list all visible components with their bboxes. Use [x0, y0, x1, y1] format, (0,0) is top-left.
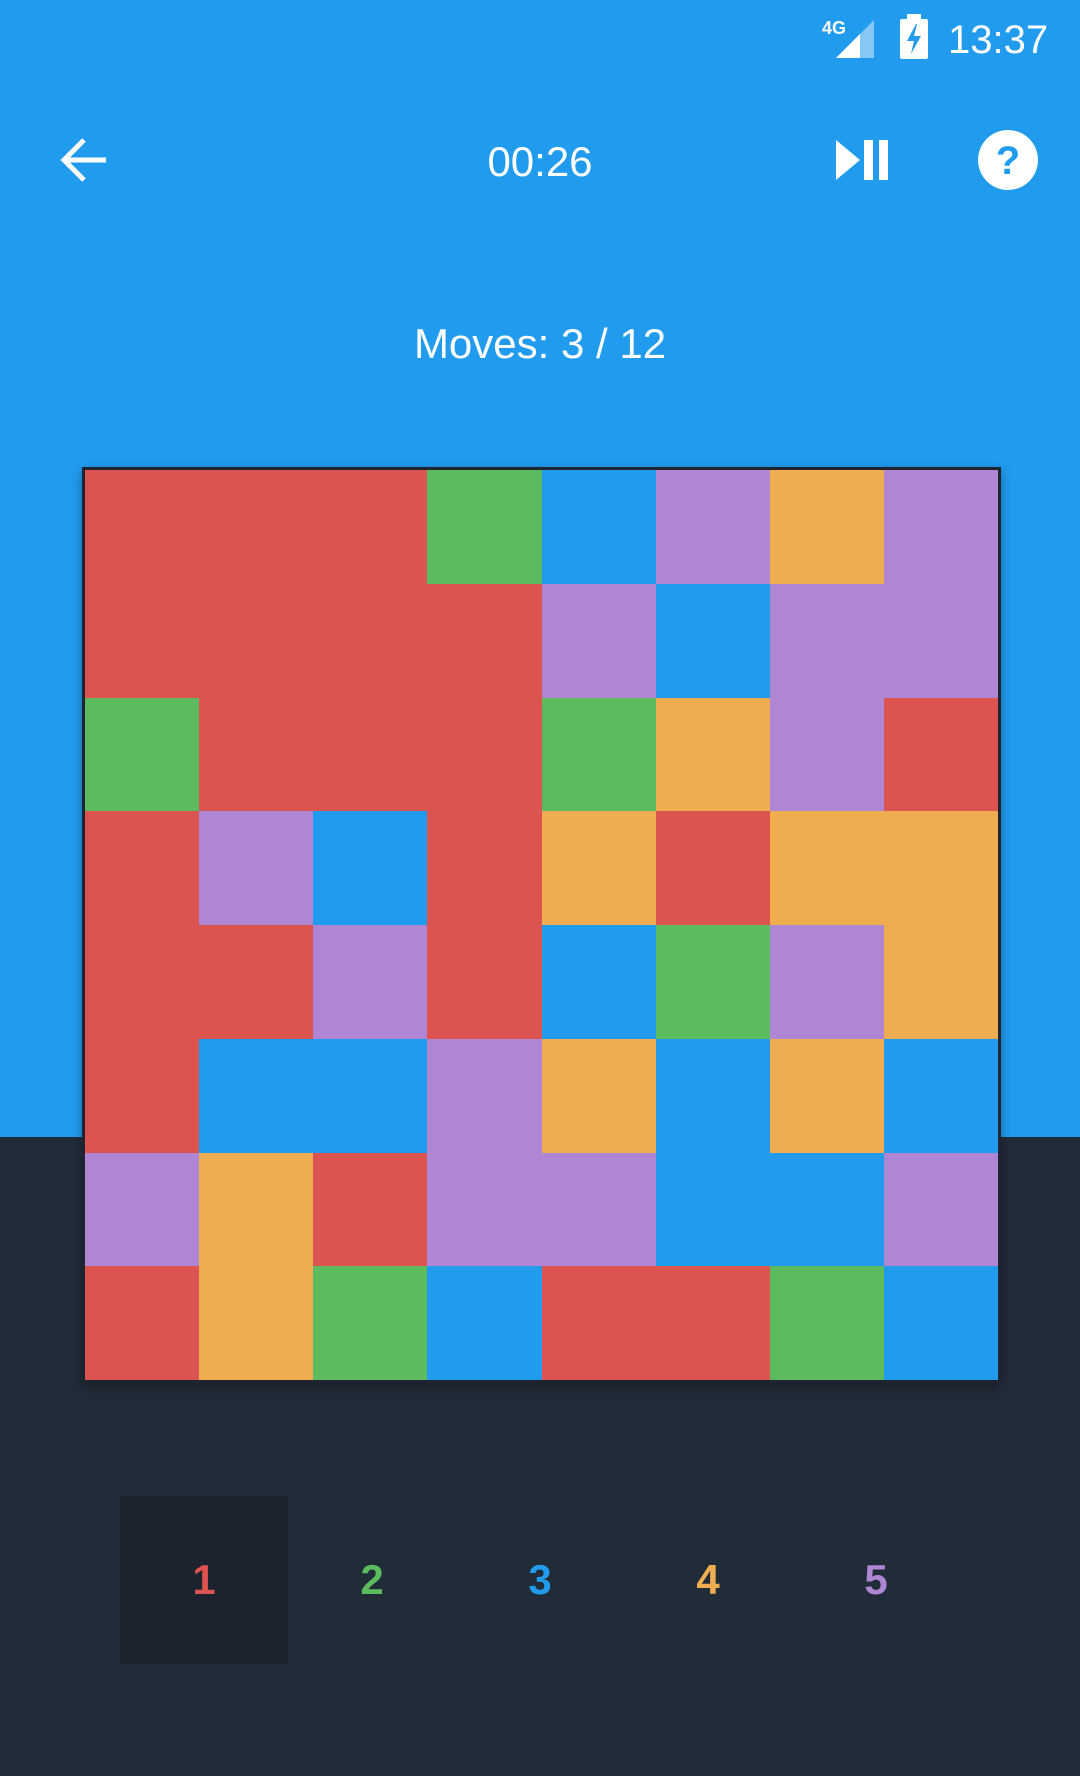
board-cell [769, 811, 884, 925]
board-cell [427, 1038, 542, 1153]
board-cell [769, 1038, 884, 1153]
board-cell [313, 697, 428, 812]
board-cell [655, 1038, 770, 1153]
svg-text:?: ? [996, 139, 1020, 183]
pause-button[interactable] [828, 124, 900, 196]
board-cell [655, 925, 770, 1039]
board-cell [313, 470, 428, 584]
board-cell [85, 1266, 200, 1380]
board-cell [85, 1038, 200, 1153]
help-circle-icon: ? [978, 130, 1038, 190]
color-button-5[interactable]: 5 [792, 1496, 960, 1664]
board-cell [85, 811, 200, 925]
board-cell [541, 1038, 656, 1153]
board-cell [541, 470, 656, 584]
board-cell [427, 1266, 542, 1380]
signal-4g-icon: 4G [822, 18, 874, 58]
board-cell [427, 470, 542, 584]
board-cell [313, 1266, 428, 1380]
game-board-frame [82, 467, 1001, 1383]
status-bar: 4G 13:37 [0, 0, 1080, 80]
board-cell [427, 697, 542, 812]
board-cell [199, 1152, 314, 1267]
board-cell [85, 925, 200, 1039]
board-cell [313, 811, 428, 925]
board-cell [883, 811, 998, 925]
back-button[interactable] [48, 124, 120, 196]
board-cell [541, 925, 656, 1039]
network-type-label: 4G [822, 18, 846, 38]
board-cell [85, 1152, 200, 1267]
game-board [85, 470, 998, 1380]
board-cell [769, 1152, 884, 1267]
board-cell [541, 1152, 656, 1267]
color-button-1[interactable]: 1 [120, 1496, 288, 1664]
board-cell [655, 583, 770, 698]
board-cell [769, 925, 884, 1039]
board-cell [199, 811, 314, 925]
board-cell [541, 811, 656, 925]
board-cell [769, 1266, 884, 1380]
game-timer: 00:26 [487, 138, 593, 185]
arrow-left-icon [60, 138, 106, 182]
board-cell [655, 811, 770, 925]
board-cell [199, 470, 314, 584]
help-button[interactable]: ? [972, 124, 1044, 196]
board-cell [655, 470, 770, 584]
play-pause-icon [836, 140, 888, 180]
board-cell [427, 811, 542, 925]
board-cell [769, 697, 884, 812]
color-palette: 12345 [120, 1496, 963, 1664]
board-cell [427, 583, 542, 698]
board-cell [883, 470, 998, 584]
board-cell [883, 1038, 998, 1153]
board-cell [655, 697, 770, 812]
board-cell [883, 697, 998, 812]
board-cell [655, 1152, 770, 1267]
board-cell [313, 1038, 428, 1153]
status-clock: 13:37 [948, 18, 1049, 62]
color-button-3[interactable]: 3 [456, 1496, 624, 1664]
color-button-2[interactable]: 2 [288, 1496, 456, 1664]
board-cell [427, 925, 542, 1039]
board-cell [769, 583, 884, 698]
board-cell [541, 583, 656, 698]
board-cell [85, 583, 200, 698]
board-cell [655, 1266, 770, 1380]
board-cell [199, 925, 314, 1039]
board-cell [199, 697, 314, 812]
board-cell [85, 697, 200, 812]
color-button-4[interactable]: 4 [624, 1496, 792, 1664]
board-cell [199, 583, 314, 698]
board-cell [541, 697, 656, 812]
board-cell [883, 1266, 998, 1380]
board-cell [883, 925, 998, 1039]
board-cell [313, 1152, 428, 1267]
board-cell [199, 1266, 314, 1380]
battery-charging-icon [900, 14, 928, 59]
moves-counter: Moves: 3 / 12 [413, 320, 667, 367]
board-cell [85, 470, 200, 584]
board-cell [199, 1038, 314, 1153]
board-cell [427, 1152, 542, 1267]
board-cell [313, 925, 428, 1039]
board-cell [769, 470, 884, 584]
board-cell [313, 583, 428, 698]
board-cell [883, 1152, 998, 1267]
board-cell [541, 1266, 656, 1380]
board-cell [883, 583, 998, 698]
